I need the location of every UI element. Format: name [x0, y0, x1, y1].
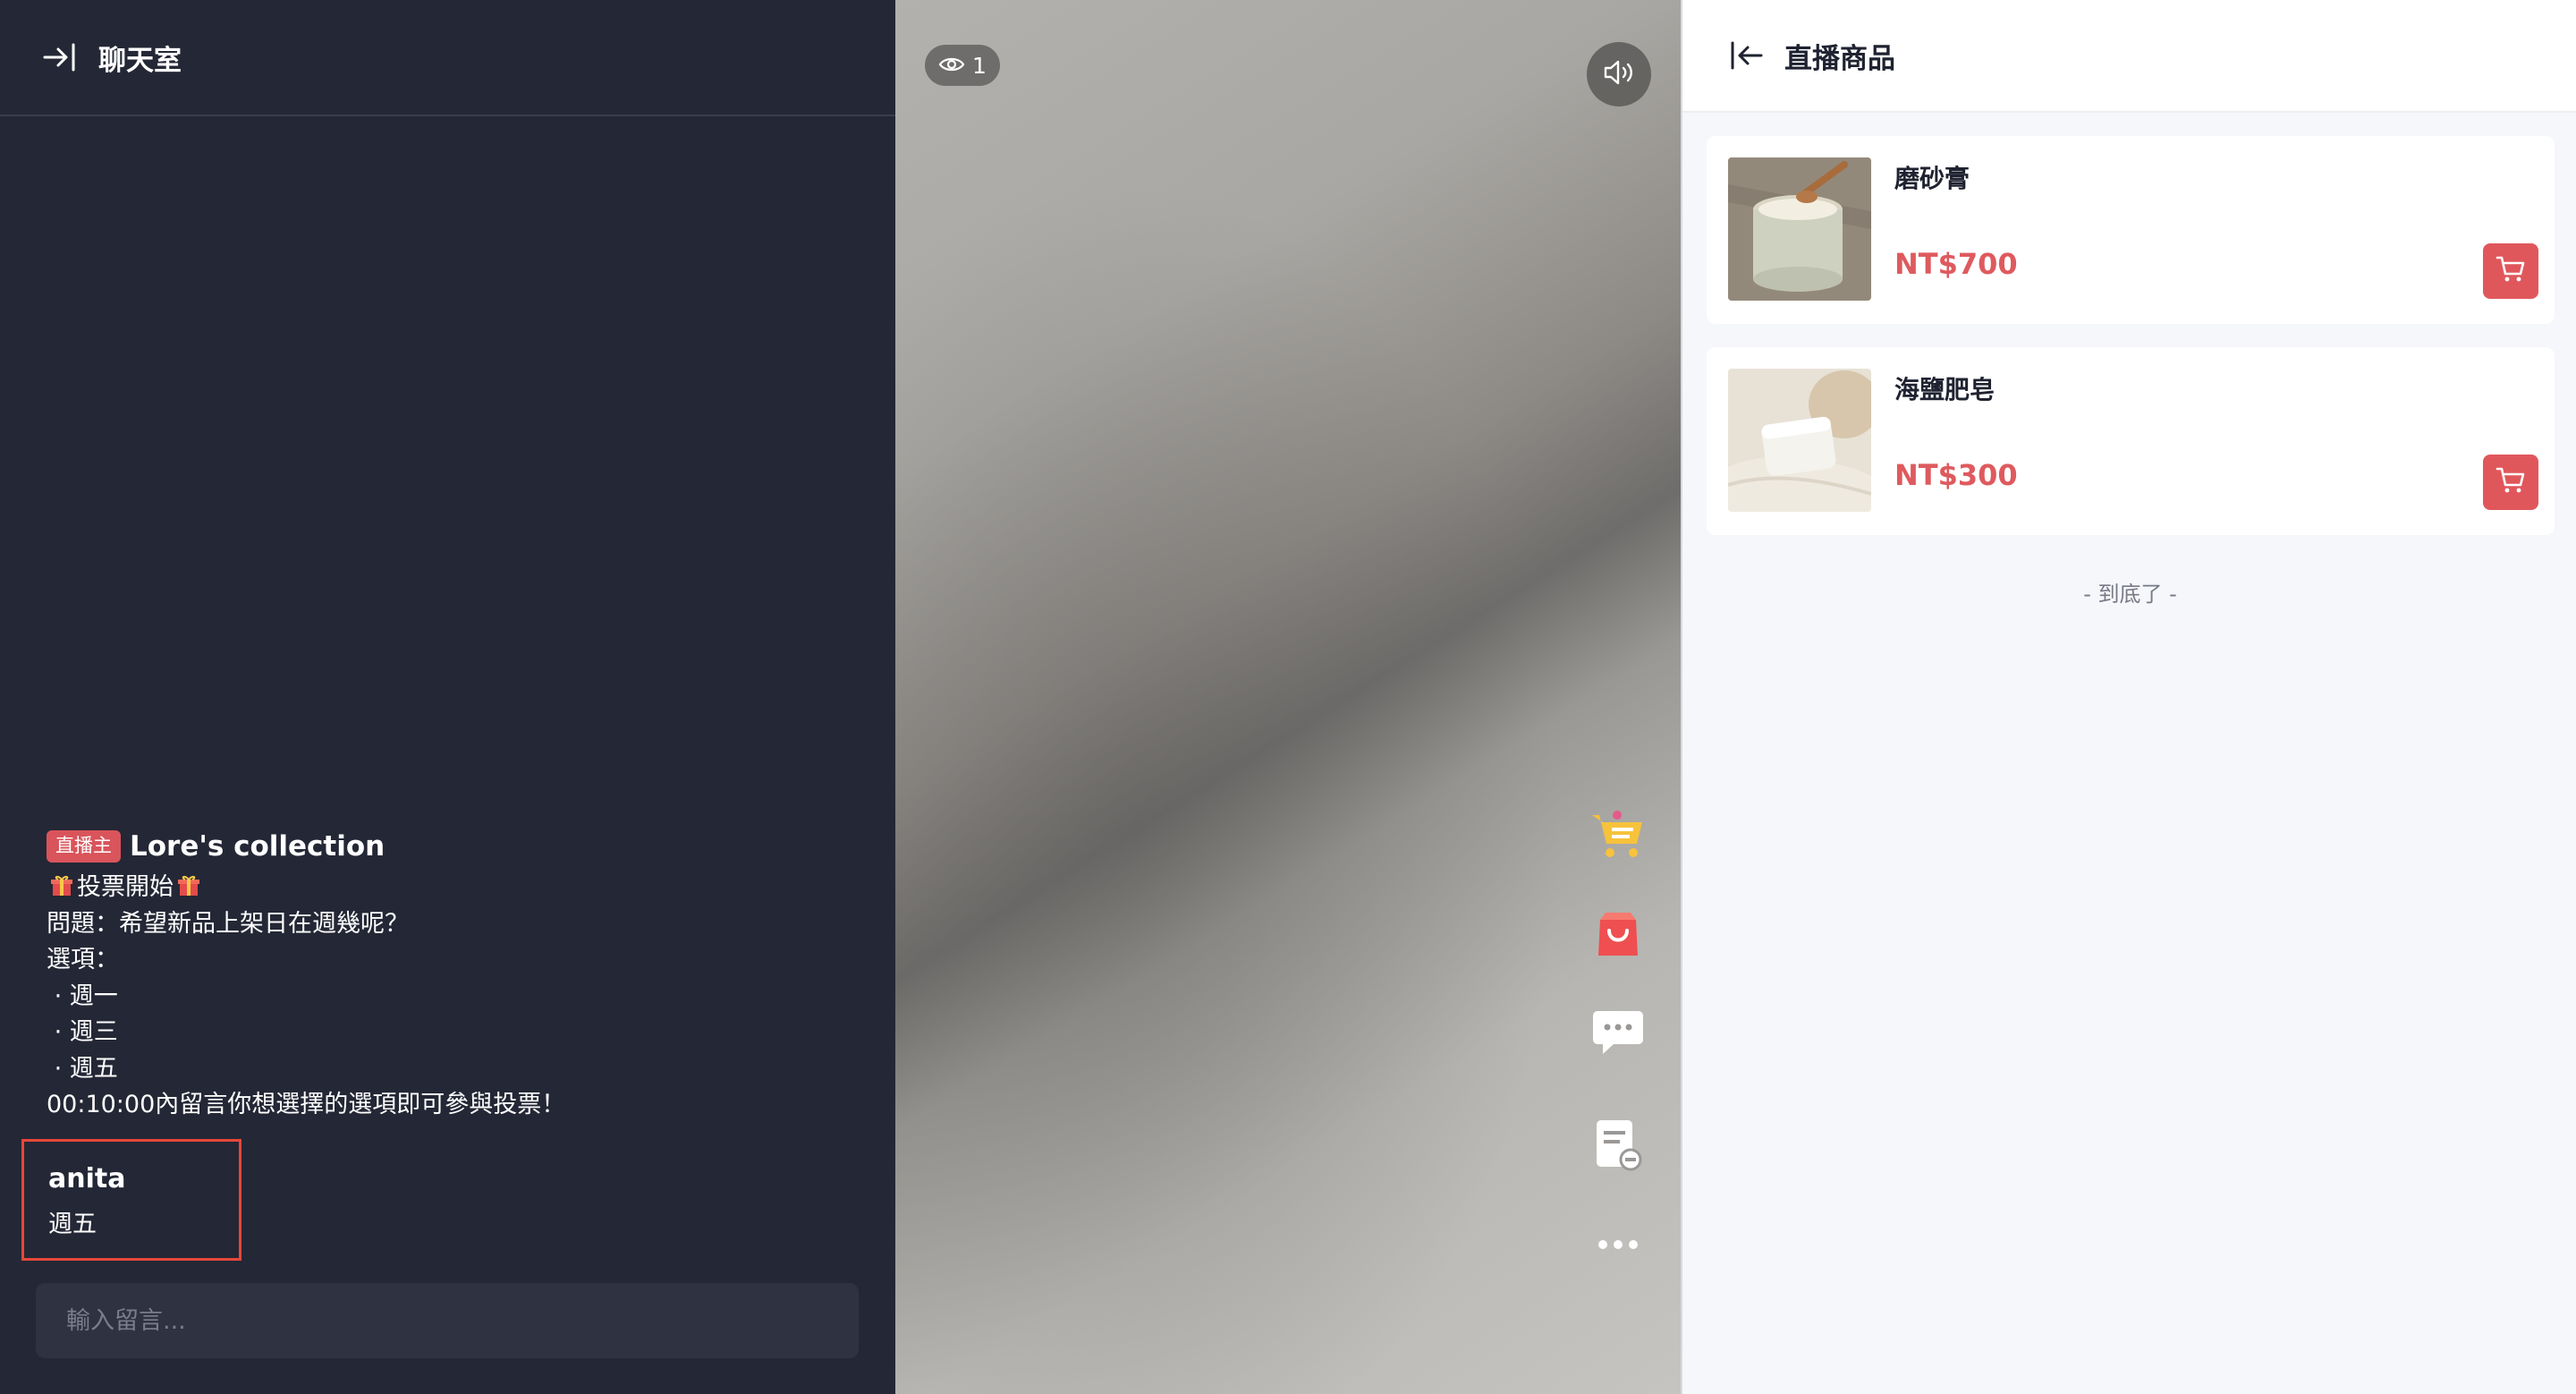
- eye-icon: [938, 53, 965, 79]
- cart-list-icon[interactable]: [1582, 810, 1654, 863]
- chat-header: 聊天室: [0, 0, 895, 116]
- chat-input[interactable]: [36, 1283, 859, 1358]
- poll-question: 問題：希望新品上架日在週幾呢？: [47, 909, 409, 938]
- products-header: 直播商品: [1682, 0, 2576, 113]
- poll-option: · 週一: [47, 982, 118, 1010]
- host-message: 直播主 Lore's collection 投票開始 問題：希望新品上架日在週幾…: [47, 823, 869, 1124]
- collapse-left-icon[interactable]: [1729, 38, 1765, 73]
- viewer-count-badge: 1: [925, 45, 1000, 86]
- live-video[interactable]: 1: [895, 0, 1681, 1394]
- chat-panel: 聊天室 直播主 Lore's collection 投票開始 問題：希望新品上架…: [0, 0, 895, 1394]
- volume-button[interactable]: [1587, 42, 1651, 106]
- poll-title-line: 投票開始: [47, 870, 869, 906]
- collapse-right-icon[interactable]: [43, 39, 79, 75]
- poll-option: · 週三: [47, 1018, 118, 1046]
- viewer-message-text: 週五: [48, 1211, 97, 1238]
- host-badge: 直播主: [47, 830, 121, 863]
- poll-instruction: 00:10:00內留言你想選擇的選項即可參與投票！: [47, 1091, 566, 1118]
- message-author-row: 直播主 Lore's collection: [47, 823, 869, 870]
- products-panel: 直播商品 磨砂膏 NT$700 海鹽肥皂 NT$300 - 到底了 -: [1681, 0, 2576, 1394]
- chat-title: 聊天室: [98, 44, 182, 77]
- product-price: NT$300: [1894, 458, 2018, 492]
- poll-options-label: 選項：: [47, 946, 119, 973]
- product-price: NT$700: [1894, 247, 2018, 281]
- viewer-count: 1: [972, 52, 987, 79]
- comment-icon[interactable]: [1582, 1009, 1654, 1061]
- product-card[interactable]: 磨砂膏 NT$700: [1707, 136, 2555, 324]
- end-of-list-note: - 到底了 -: [2083, 582, 2177, 607]
- gift-icon: [177, 872, 200, 896]
- viewer-name: anita: [48, 1163, 126, 1194]
- poll-title: 投票開始: [77, 873, 174, 901]
- product-name: 海鹽肥皂: [1894, 375, 1996, 404]
- speaker-icon: [1602, 59, 1636, 89]
- viewer-message-highlight: anita 週五: [21, 1139, 242, 1261]
- cart-icon: [2496, 466, 2526, 498]
- products-title: 直播商品: [1784, 42, 1895, 75]
- message-author: Lore's collection: [130, 830, 386, 863]
- gift-icon: [50, 872, 73, 896]
- product-card[interactable]: 海鹽肥皂 NT$300: [1707, 347, 2555, 535]
- cart-icon: [2496, 255, 2526, 287]
- product-image-soap: [1728, 369, 1871, 512]
- shopping-bag-icon[interactable]: [1582, 911, 1654, 965]
- add-to-cart-button[interactable]: [2483, 243, 2538, 299]
- notes-icon[interactable]: [1582, 1118, 1654, 1174]
- more-icon[interactable]: [1582, 1238, 1654, 1265]
- add-to-cart-button[interactable]: [2483, 455, 2538, 510]
- product-image-scrub: [1728, 157, 1871, 301]
- poll-option: · 週五: [47, 1054, 118, 1083]
- product-name: 磨砂膏: [1894, 164, 1970, 193]
